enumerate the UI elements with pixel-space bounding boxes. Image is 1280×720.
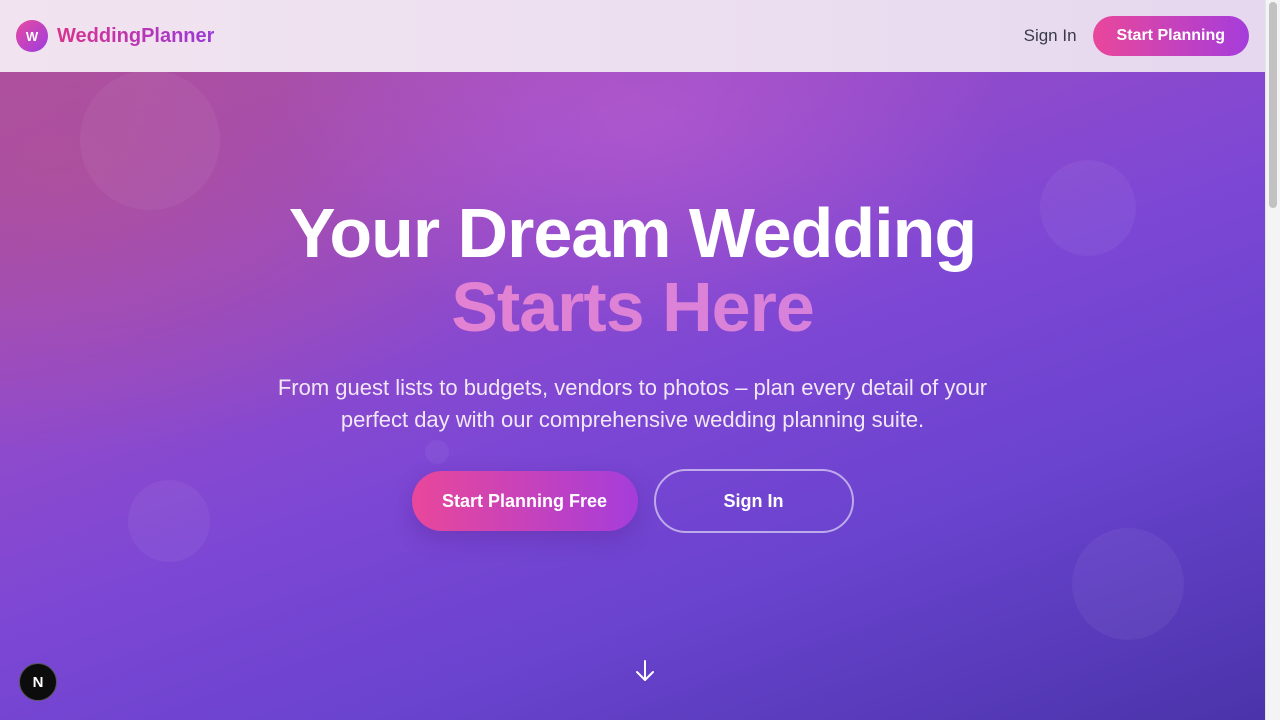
decorative-bubble	[80, 70, 220, 210]
headline-line-1: Your Dream Wedding	[288, 194, 977, 272]
landing-page: W WeddingPlanner Sign In Start Planning …	[0, 0, 1280, 720]
hero-subtitle: From guest lists to budgets, vendors to …	[277, 375, 988, 432]
brand-name: WeddingPlanner	[57, 24, 215, 47]
wedding-logo-icon: W	[16, 20, 48, 52]
decorative-bubble	[1072, 528, 1184, 640]
nav-start-planning-button[interactable]: Start Planning	[1092, 16, 1249, 56]
scrollbar-thumb[interactable]	[1269, 2, 1277, 208]
hero-headline: Your Dream Wedding Starts Here	[0, 196, 1265, 344]
nav-sign-in-link[interactable]: Sign In	[1024, 18, 1077, 54]
nav-actions: Sign In Start Planning	[1024, 16, 1249, 56]
cta-row: Start Planning Free Sign In	[0, 469, 1265, 533]
top-nav: W WeddingPlanner Sign In Start Planning	[0, 0, 1265, 72]
hero-content: Your Dream Wedding Starts Here From gues…	[0, 196, 1265, 533]
headline-line-2: Starts Here	[0, 270, 1265, 344]
hero-sign-in-button[interactable]: Sign In	[653, 469, 854, 533]
arrow-down-icon[interactable]	[634, 658, 656, 684]
page-scrollbar[interactable]	[1265, 0, 1280, 720]
start-planning-free-button[interactable]: Start Planning Free	[411, 471, 638, 531]
brand-link[interactable]: W WeddingPlanner	[16, 20, 214, 52]
nextjs-icon[interactable]: N	[19, 663, 57, 701]
